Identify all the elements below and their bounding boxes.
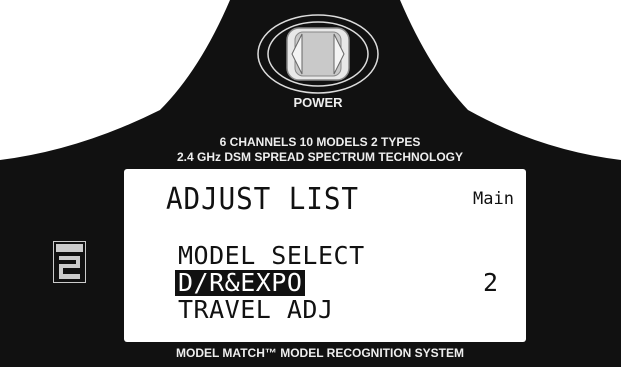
- footer-label: MODEL MATCH™ MODEL RECOGNITION SYSTEM: [175, 346, 464, 360]
- lcd-screen: ADJUST LIST Main MODEL SELECT D/R&EXPO 2…: [124, 169, 526, 342]
- spec-line-technology: 2.4 GHz DSM SPREAD SPECTRUM TECHNOLOGY: [176, 150, 464, 164]
- spec-line-channels: 6 CHANNELS 10 MODELS 2 TYPES: [219, 135, 421, 149]
- menu-item-dr-expo[interactable]: D/R&EXPO: [175, 270, 306, 296]
- menu-item-dr-expo-value: 2: [482, 268, 498, 297]
- power-switch[interactable]: [257, 14, 379, 94]
- transmitter-panel: POWER 6 CHANNELS 10 MODELS 2 TYPES 2.4 G…: [0, 0, 621, 367]
- screen-title: ADJUST LIST: [166, 182, 359, 217]
- power-label: POWER: [293, 95, 343, 110]
- screen-mode: Main: [473, 189, 514, 209]
- menu-item-model-select[interactable]: MODEL SELECT: [178, 243, 365, 269]
- menu-item-travel-adj[interactable]: TRAVEL ADJ: [178, 297, 334, 323]
- dsm2-logo-icon: [53, 241, 86, 283]
